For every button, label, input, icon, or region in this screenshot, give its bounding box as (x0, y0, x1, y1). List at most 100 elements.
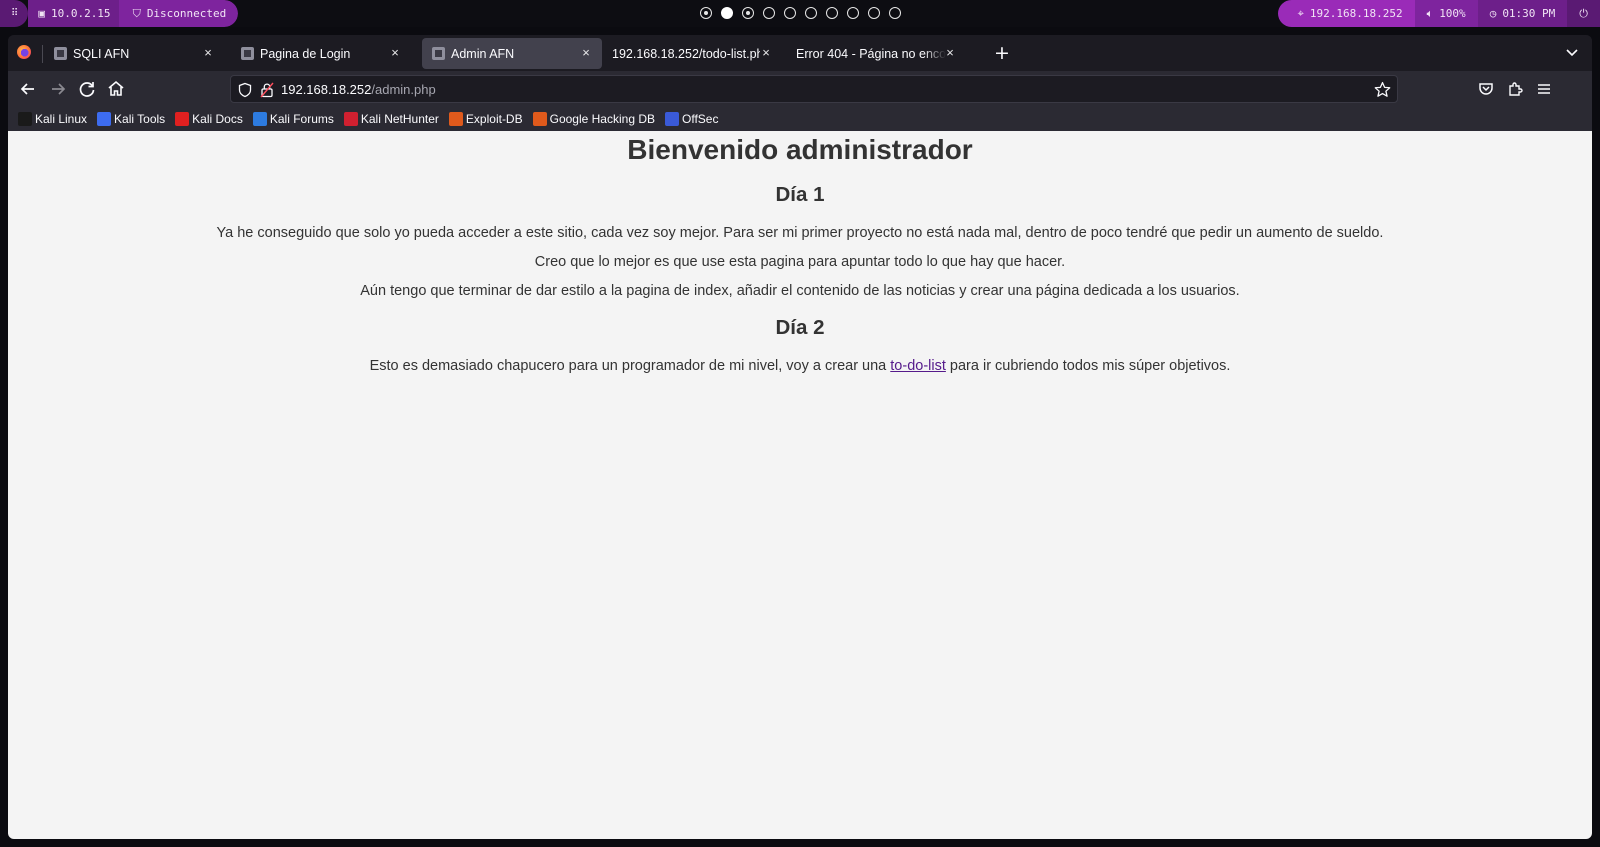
kali-dragon-icon (18, 112, 32, 126)
bookmark-kali-docs[interactable]: Kali Docs (175, 112, 243, 126)
local-ip-indicator: ▣ 10.0.2.15 (28, 0, 121, 27)
reload-icon[interactable] (75, 77, 99, 101)
tab-error-404[interactable]: Error 404 - Página no encontr × (786, 38, 966, 69)
workspace-dot-9[interactable] (868, 7, 880, 19)
day1-paragraph-3: Aún tengo que terminar de dar estilo a l… (360, 283, 1240, 299)
vpn-status-text: Disconnected (146, 7, 227, 20)
power-icon: ⏻ (1579, 6, 1588, 20)
page-content: Bienvenido administrador Día 1 Ya he con… (8, 131, 1592, 839)
system-bar-right-group: ⌖ 192.168.18.252 🔈︎ 100% ◷ 01:30 PM ⏻ (1277, 0, 1600, 27)
workspace-switcher (700, 7, 901, 19)
tab-label: SQLI AFN (73, 46, 130, 61)
bookmark-label: Kali Tools (114, 112, 166, 126)
grid-icon: ⠿ (11, 8, 18, 19)
todo-list-link[interactable]: to-do-list (890, 358, 946, 374)
bookmark-label: Exploit-DB (465, 112, 523, 126)
bookmark-google-hacking-db[interactable]: Google Hacking DB (532, 112, 655, 126)
bookmark-kali-linux[interactable]: Kali Linux (18, 112, 87, 126)
hamburger-menu-icon[interactable] (1532, 77, 1556, 101)
day2-text-before: Esto es demasiado chapucero para un prog… (369, 358, 891, 374)
firefox-icon[interactable] (17, 45, 31, 59)
kali-nethunter-icon (343, 112, 358, 126)
extensions-puzzle-icon[interactable] (1503, 77, 1527, 101)
tab-admin-afn[interactable]: Admin AFN × (422, 38, 602, 69)
day2-paragraph: Esto es demasiado chapucero para un prog… (8, 358, 1592, 374)
workspace-dot-6[interactable] (805, 7, 817, 19)
bookmark-label: Kali Forums (269, 112, 334, 126)
tab-strip: SQLI AFN × Pagina de Login × Admin AFN ×… (8, 35, 1592, 71)
bookmark-label: Kali Linux (35, 112, 88, 126)
close-tab-icon[interactable]: × (387, 45, 403, 61)
system-bar-left-group: ⠿ ▣ 10.0.2.15 ⛉ Disconnected (0, 0, 239, 27)
forward-arrow-icon[interactable] (46, 77, 70, 101)
workspace-dot-1[interactable] (700, 7, 712, 19)
offsec-icon (665, 112, 679, 126)
url-bar[interactable]: 192.168.18.252/admin.php (230, 75, 1398, 103)
tracking-shield-icon[interactable] (237, 82, 253, 98)
workspace-dot-5[interactable] (784, 7, 796, 19)
kali-forums-icon (252, 112, 267, 126)
clock-text: 01:30 PM (1502, 7, 1556, 20)
day1-paragraph-1: Ya he conseguido que solo yo pueda acced… (216, 225, 1384, 241)
kali-tools-icon (97, 112, 112, 126)
day2-heading: Día 2 (775, 316, 825, 339)
day2-text-after: para ir cubriendo todos mis súper objeti… (945, 358, 1231, 374)
power-button[interactable]: ⏻ (1567, 0, 1600, 27)
apps-menu-button[interactable]: ⠿ (0, 0, 29, 27)
bookmark-kali-nethunter[interactable]: Kali NetHunter (343, 112, 439, 126)
bookmark-kali-forums[interactable]: Kali Forums (252, 112, 334, 126)
kali-docs-icon (175, 112, 190, 126)
workspace-dot-8[interactable] (847, 7, 859, 19)
back-arrow-icon[interactable] (16, 77, 40, 101)
shield-icon: ⛉ (132, 6, 141, 20)
clock-indicator: ◷ 01:30 PM (1477, 0, 1568, 27)
tab-separator (42, 45, 43, 63)
url-host: 192.168.18.252 (281, 82, 372, 97)
chevron-down-icon[interactable] (1564, 44, 1580, 60)
close-tab-icon[interactable]: × (578, 45, 594, 61)
insecure-lock-icon[interactable] (260, 82, 274, 98)
page-favicon-icon (241, 47, 254, 60)
crosshair-icon: ⌖ (1297, 6, 1304, 20)
pocket-icon[interactable] (1474, 77, 1498, 101)
ghdb-icon (532, 112, 547, 126)
workspace-dot-2[interactable] (721, 7, 733, 19)
tab-label: 192.168.18.252/todo-list.php (612, 46, 760, 61)
network-icon: ▣ (38, 7, 45, 20)
workspace-dot-10[interactable] (889, 7, 901, 19)
page-title: Bienvenido administrador (627, 134, 973, 165)
close-tab-icon[interactable]: × (942, 45, 958, 61)
target-ip-text: 192.168.18.252 (1309, 7, 1403, 20)
day1-paragraph-2: Creo que lo mejor es que use esta pagina… (534, 254, 1066, 270)
bookmark-kali-tools[interactable]: Kali Tools (97, 112, 165, 126)
clock-icon: ◷ (1489, 7, 1497, 20)
bookmark-star-icon[interactable] (1374, 81, 1391, 98)
volume-text: 100% (1439, 7, 1466, 20)
volume-indicator[interactable]: 🔈︎ 100% (1414, 0, 1478, 27)
workspace-dot-4[interactable] (763, 7, 775, 19)
tab-label: Pagina de Login (260, 46, 351, 61)
bookmark-label: Kali NetHunter (360, 112, 439, 126)
local-ip-text: 10.0.2.15 (50, 7, 111, 20)
tab-todo-list[interactable]: 192.168.18.252/todo-list.php × (602, 38, 782, 69)
url-path: /admin.php (371, 82, 436, 97)
day1-heading: Día 1 (775, 183, 825, 206)
workspace-dot-7[interactable] (826, 7, 838, 19)
bookmark-label: Google Hacking DB (549, 112, 655, 126)
target-ip-indicator: ⌖ 192.168.18.252 (1277, 0, 1415, 27)
page-favicon-icon (54, 47, 67, 60)
home-icon[interactable] (104, 77, 128, 101)
bookmarks-toolbar: Kali Linux Kali Tools Kali Docs Kali Forums… (8, 107, 1592, 131)
bookmark-exploit-db[interactable]: Exploit-DB (448, 112, 523, 126)
close-tab-icon[interactable]: × (200, 45, 216, 61)
close-tab-icon[interactable]: × (758, 45, 774, 61)
new-tab-button[interactable]: + (992, 43, 1012, 63)
tab-sqli-afn[interactable]: SQLI AFN × (44, 38, 224, 69)
vpn-status-indicator: ⛉ Disconnected (118, 0, 239, 27)
workspace-dot-3[interactable] (742, 7, 754, 19)
exploit-db-icon (448, 112, 463, 126)
speaker-icon: 🔈︎ (1426, 6, 1434, 20)
tab-pagina-de-login[interactable]: Pagina de Login × (231, 38, 411, 69)
bookmark-label: Kali Docs (192, 112, 243, 126)
bookmark-offsec[interactable]: OffSec (665, 112, 718, 126)
